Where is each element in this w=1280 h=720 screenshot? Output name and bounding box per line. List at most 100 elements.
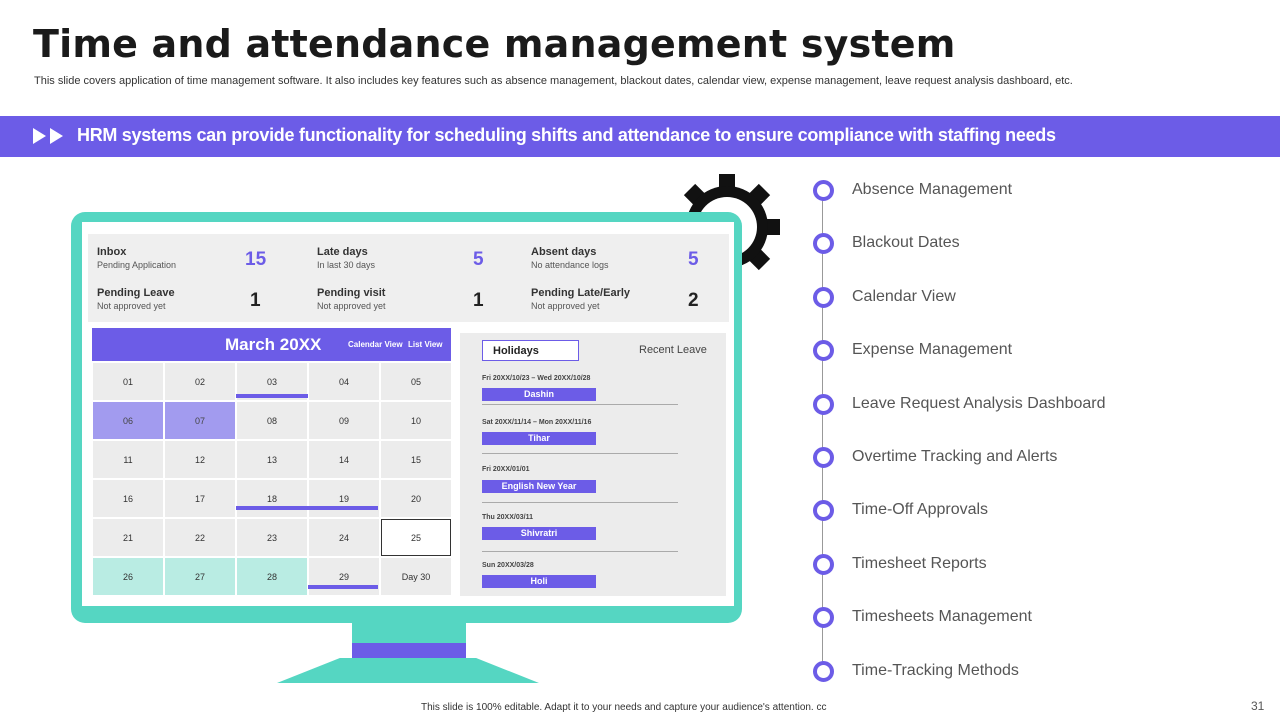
feature-item: Blackout Dates [852, 234, 960, 252]
calendar-day[interactable]: 18 [237, 480, 307, 517]
stat-sub: In last 30 days [317, 260, 376, 270]
stat-pending-leave[interactable]: Pending Leave Not approved yet [97, 287, 175, 311]
feature-item: Calendar View [852, 287, 956, 305]
holiday-chip[interactable]: Dashin [482, 388, 596, 401]
holiday-date: Sat 20XX/11/14 – Mon 20XX/11/16 [482, 419, 592, 426]
stat-label: Inbox [97, 246, 127, 258]
calendar-day[interactable]: 27 [165, 558, 235, 595]
feature-item: Timesheets Management [852, 608, 1032, 626]
stat-sub: Not approved yet [531, 301, 600, 311]
stat-value: 1 [250, 290, 261, 311]
calendar-panel: March 20XX Calendar View List View 01 02 0… [92, 328, 451, 598]
page-title: Time and attendance management system [33, 22, 956, 66]
holidays-panel: Holidays Recent Leave Fri 20XX/10/23 – W… [460, 333, 726, 596]
calendar-day[interactable]: 09 [309, 402, 379, 439]
calendar-day[interactable]: 23 [237, 519, 307, 556]
stat-late-days[interactable]: Late days In last 30 days [317, 246, 375, 270]
calendar-day[interactable]: 22 [165, 519, 235, 556]
stat-pending-late-early[interactable]: Pending Late/Early Not approved yet [531, 287, 630, 311]
calendar-day[interactable]: 26 [93, 558, 163, 595]
monitor-neck-band [352, 643, 466, 658]
calendar-view-toggle[interactable]: Calendar View [348, 340, 403, 349]
holiday-chip[interactable]: Holi [482, 575, 596, 588]
recent-leave-tab[interactable]: Recent Leave [639, 344, 707, 356]
calendar-day[interactable]: 10 [381, 402, 451, 439]
calendar-day[interactable]: 20 [381, 480, 451, 517]
calendar-title: March 20XX [225, 335, 322, 354]
stat-label: Absent days [531, 246, 597, 258]
banner-text: HRM systems can provide functionality fo… [77, 125, 1056, 145]
stat-label: Pending Late/Early [531, 287, 631, 299]
stat-value: 1 [473, 290, 484, 311]
calendar-day[interactable]: 21 [93, 519, 163, 556]
calendar-day[interactable]: 24 [309, 519, 379, 556]
feature-item: Time-Off Approvals [852, 501, 989, 519]
divider [482, 404, 678, 405]
calendar-day[interactable]: 19 [309, 480, 379, 517]
calendar-day[interactable]: 29 [309, 558, 379, 595]
calendar-day[interactable]: 16 [93, 480, 163, 517]
timeline-node-icon [813, 233, 834, 255]
timeline-node-icon [813, 447, 834, 468]
footer-note: This slide is 100% editable. Adapt it to… [421, 702, 827, 713]
calendar-day[interactable]: 11 [93, 441, 163, 478]
stat-sub: No attendance logs [531, 260, 609, 270]
event-marker [308, 585, 378, 589]
holiday-chip[interactable]: Tihar [482, 432, 596, 445]
calendar-day[interactable]: 06 [93, 402, 163, 439]
feature-item: Time-Tracking Methods [852, 661, 1019, 679]
calendar-day[interactable]: 02 [165, 363, 235, 400]
stat-absent-days[interactable]: Absent days No attendance logs [531, 246, 609, 270]
event-marker [236, 394, 308, 398]
holiday-chip[interactable]: English New Year [482, 480, 596, 493]
stat-sub: Not approved yet [317, 301, 386, 311]
calendar-day[interactable]: Day 30 [381, 558, 451, 595]
holiday-chip[interactable]: Shivratri [482, 527, 596, 540]
stat-value: 2 [688, 290, 699, 311]
monitor-base [277, 658, 539, 683]
calendar-day[interactable]: 15 [381, 441, 451, 478]
calendar-day[interactable]: 28 [237, 558, 307, 595]
calendar-day[interactable]: 04 [309, 363, 379, 400]
stat-label: Pending Leave [97, 287, 175, 299]
stat-inbox[interactable]: Inbox Pending Application [97, 246, 176, 270]
divider [482, 453, 678, 454]
stat-label: Late days [317, 246, 368, 258]
calendar-day[interactable]: 14 [309, 441, 379, 478]
holidays-tab[interactable]: Holidays [482, 340, 579, 361]
timeline-node-icon [813, 180, 834, 201]
page-number: 31 [1251, 699, 1265, 713]
timeline-node-icon [813, 500, 834, 522]
calendar-day[interactable]: 07 [165, 402, 235, 439]
stat-value: 5 [473, 249, 484, 270]
calendar-day[interactable]: 13 [237, 441, 307, 478]
calendar-day[interactable]: 08 [237, 402, 307, 439]
list-view-toggle[interactable]: List View [408, 340, 443, 349]
holiday-date: Sun 20XX/03/28 [482, 562, 534, 569]
calendar-day[interactable]: 12 [165, 441, 235, 478]
features-timeline [822, 190, 823, 672]
banner: HRM systems can provide functionality fo… [0, 116, 1280, 157]
timeline-node-icon [813, 660, 834, 682]
holiday-date: Fri 20XX/10/23 – Wed 20XX/10/28 [482, 375, 591, 382]
calendar-day[interactable]: 25 [381, 519, 451, 556]
feature-item: Leave Request Analysis Dashboard [852, 394, 1106, 412]
stat-label: Pending visit [317, 287, 386, 299]
calendar-day[interactable]: 17 [165, 480, 235, 517]
stat-sub: Pending Application [97, 260, 177, 270]
event-marker [236, 506, 378, 510]
calendar-header: March 20XX Calendar View List View [92, 328, 451, 361]
double-play-icon [33, 128, 63, 144]
timeline-node-icon [813, 286, 834, 308]
stat-sub: Not approved yet [97, 301, 166, 311]
feature-item: Expense Management [852, 341, 1013, 359]
feature-item: Overtime Tracking and Alerts [852, 448, 1058, 465]
page-subtitle: This slide covers application of time ma… [34, 75, 1073, 87]
stat-value: 15 [245, 249, 267, 270]
calendar-day[interactable]: 01 [93, 363, 163, 400]
timeline-node-icon [813, 553, 834, 575]
stat-pending-visit[interactable]: Pending visit Not approved yet [317, 287, 386, 311]
holiday-date: Fri 20XX/01/01 [482, 466, 530, 473]
calendar-day[interactable]: 05 [381, 363, 451, 400]
feature-item: Timesheet Reports [852, 554, 987, 572]
